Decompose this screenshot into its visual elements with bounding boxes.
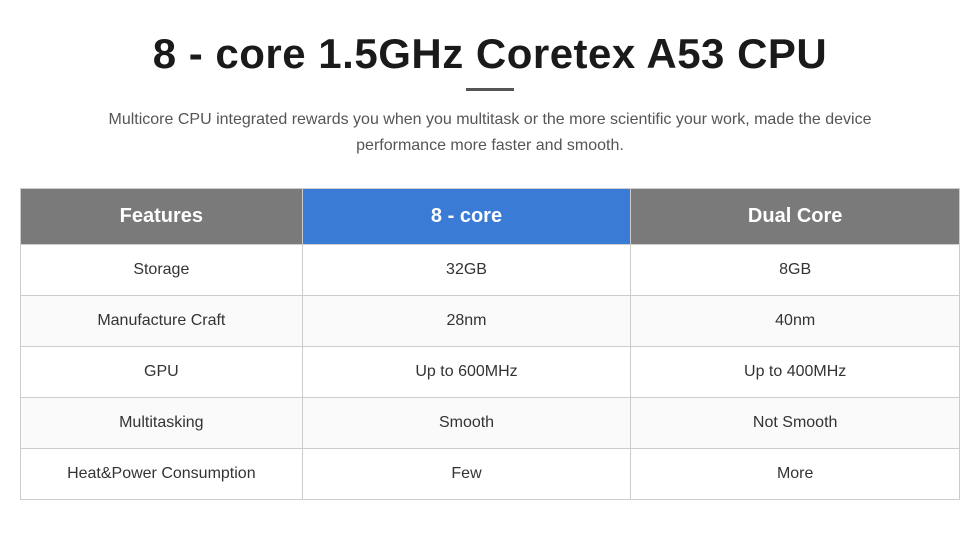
col-8core-header: 8 - core (302, 189, 631, 245)
8core-value-cell: 32GB (302, 245, 631, 296)
dual-value-cell: Not Smooth (631, 398, 960, 449)
8core-value-cell: Up to 600MHz (302, 347, 631, 398)
feature-cell: Storage (21, 245, 303, 296)
page-subtitle: Multicore CPU integrated rewards you whe… (90, 107, 890, 158)
table-row: Manufacture Craft28nm40nm (21, 296, 960, 347)
table-row: GPUUp to 600MHzUp to 400MHz (21, 347, 960, 398)
8core-value-cell: Few (302, 449, 631, 500)
dual-value-cell: More (631, 449, 960, 500)
dual-value-cell: 40nm (631, 296, 960, 347)
title-divider (466, 88, 514, 91)
table-row: MultitaskingSmoothNot Smooth (21, 398, 960, 449)
table-header-row: Features 8 - core Dual Core (21, 189, 960, 245)
table-row: Storage32GB8GB (21, 245, 960, 296)
feature-cell: GPU (21, 347, 303, 398)
col-features-header: Features (21, 189, 303, 245)
table-row: Heat&Power ConsumptionFewMore (21, 449, 960, 500)
feature-cell: Multitasking (21, 398, 303, 449)
comparison-table: Features 8 - core Dual Core Storage32GB8… (20, 188, 960, 500)
feature-cell: Manufacture Craft (21, 296, 303, 347)
8core-value-cell: 28nm (302, 296, 631, 347)
dual-value-cell: Up to 400MHz (631, 347, 960, 398)
8core-value-cell: Smooth (302, 398, 631, 449)
feature-cell: Heat&Power Consumption (21, 449, 303, 500)
table-body: Storage32GB8GBManufacture Craft28nm40nmG… (21, 245, 960, 500)
dual-value-cell: 8GB (631, 245, 960, 296)
page-title: 8 - core 1.5GHz Coretex A53 CPU (153, 30, 828, 78)
col-dualcore-header: Dual Core (631, 189, 960, 245)
